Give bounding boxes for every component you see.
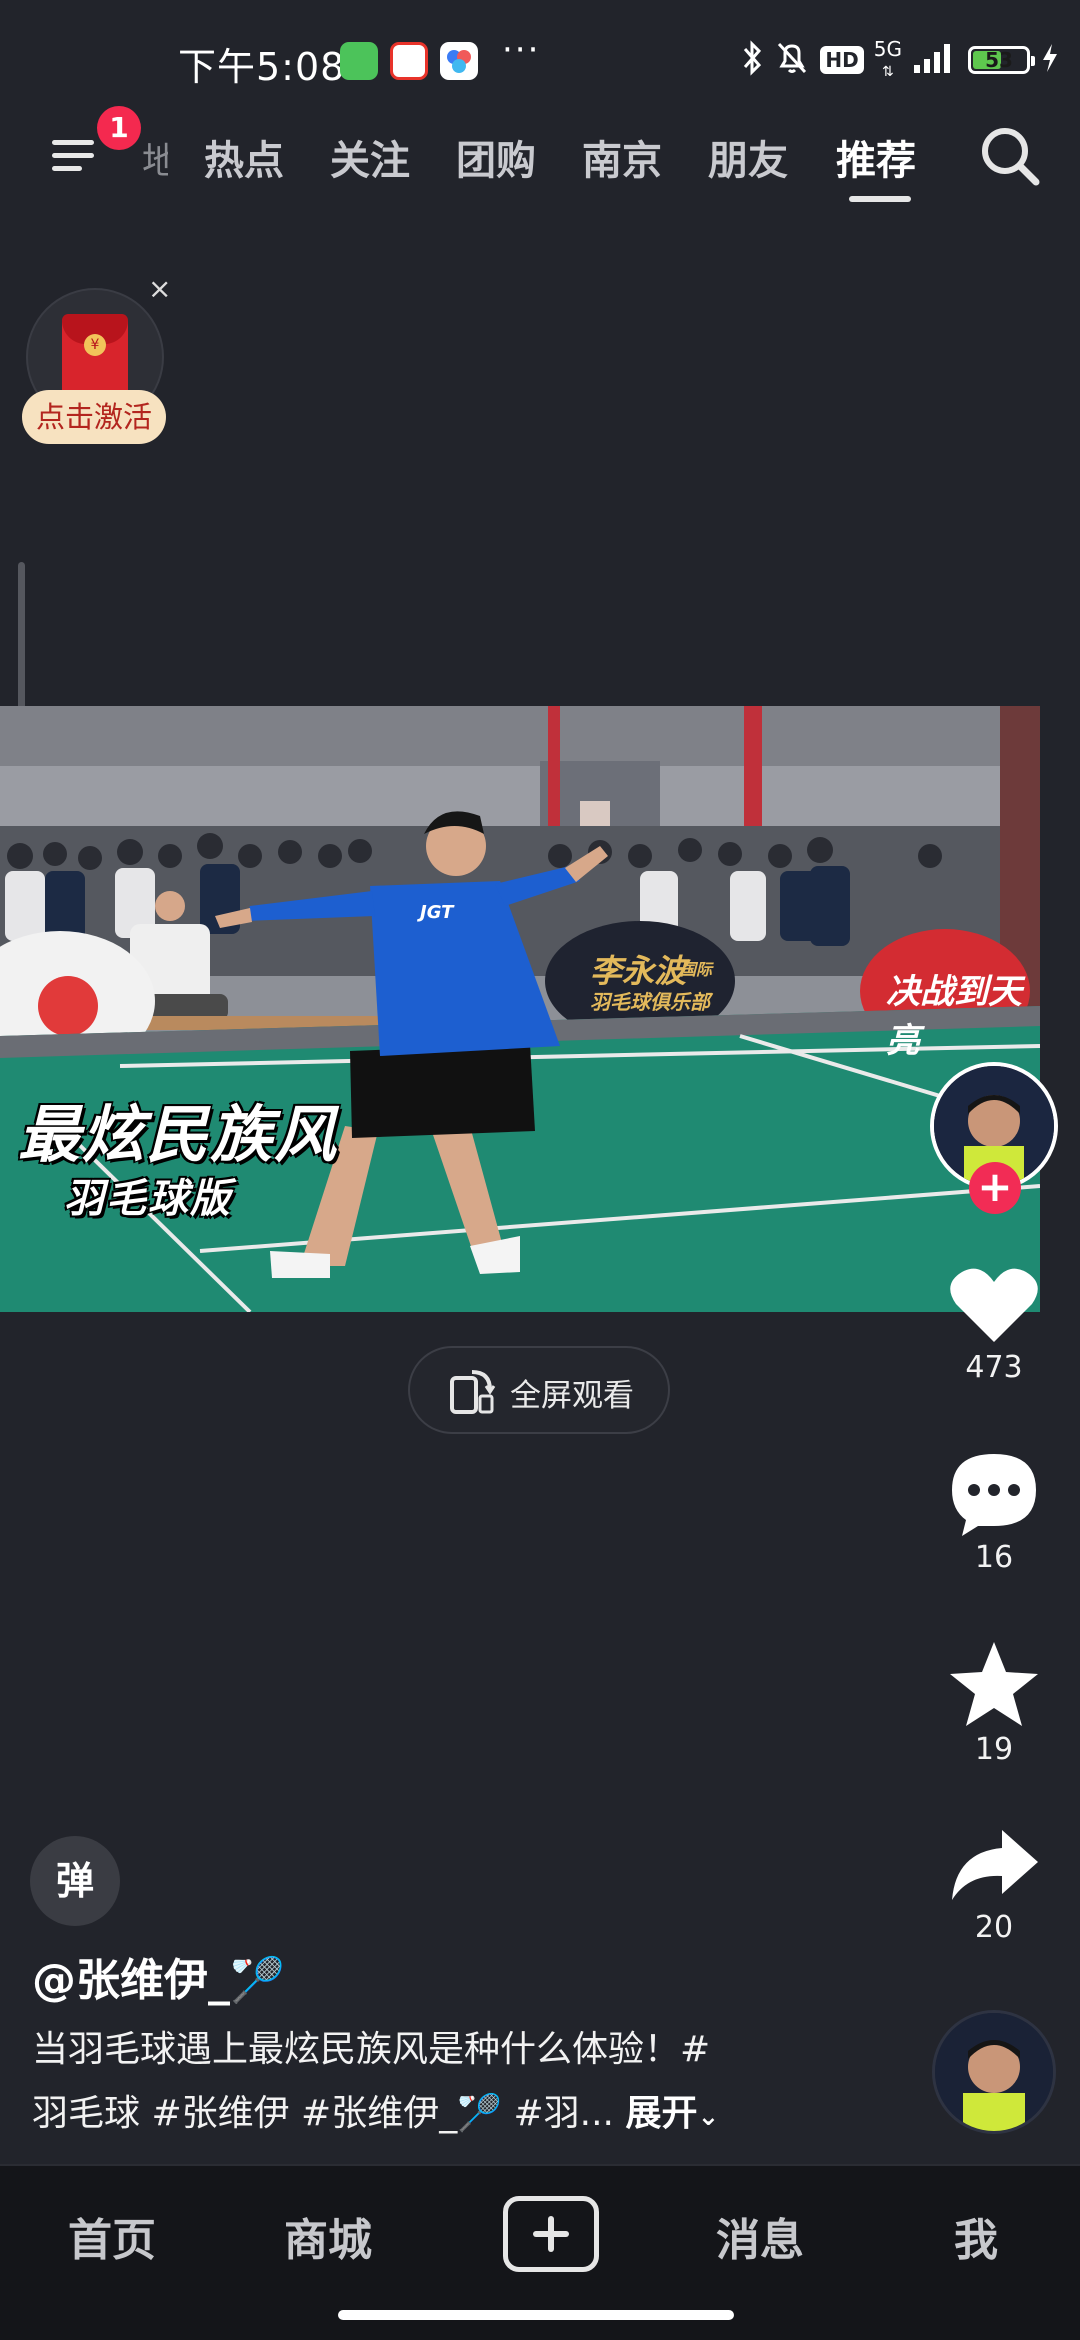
danmu-toggle-button[interactable]: 弹	[30, 1836, 120, 1926]
status-bar: 下午5:08 ··· HD 5G ⇅ 53	[0, 0, 1080, 120]
menu-line	[52, 166, 82, 171]
comment-count: 16	[974, 1540, 1014, 1575]
heart-icon	[950, 1268, 1038, 1342]
notification-badge: 1	[97, 106, 141, 150]
signal-icon	[912, 39, 958, 81]
share-count: 20	[974, 1910, 1014, 1945]
close-icon[interactable]: ×	[148, 272, 171, 305]
menu-line	[52, 140, 94, 145]
tab-friends[interactable]: 朋友	[708, 128, 788, 186]
video-caption-title: 最炫民族风	[18, 1098, 339, 1171]
network-type: 5G ⇅	[873, 36, 902, 80]
video-caption-subtitle: 羽毛球版	[64, 1176, 232, 1222]
active-tab-indicator	[849, 196, 911, 202]
music-avatar-image	[935, 2013, 1053, 2131]
video-player[interactable]: 李永波 国际 羽毛球俱乐部 决战到天亮 JGT 最炫民族风 羽毛球版	[0, 706, 1040, 1312]
status-right-group: HD 5G ⇅ 53	[740, 38, 1060, 82]
red-packet-icon: ¥	[62, 314, 128, 400]
battery-level: 53	[985, 48, 1013, 72]
charging-icon	[1040, 39, 1060, 81]
sponsor-left-tag: 国际	[680, 960, 713, 979]
follow-button[interactable]: +	[969, 1162, 1021, 1214]
menu-line	[52, 153, 94, 158]
star-icon	[950, 1642, 1038, 1726]
post-description-text: 羽毛球 #张维伊 #张维伊_🏸 #羽...	[32, 2093, 614, 2134]
comment-button[interactable]: 16	[940, 1450, 1048, 1575]
search-icon	[982, 128, 1040, 186]
like-count: 473	[965, 1350, 1023, 1385]
search-button[interactable]	[976, 122, 1046, 192]
android-app-icon	[340, 42, 378, 80]
battery-icon: 53	[968, 46, 1035, 74]
tab-recommended[interactable]: 推荐	[836, 128, 916, 186]
status-time: 下午5:08	[178, 45, 346, 89]
mute-bell-icon	[774, 39, 810, 81]
58-app-icon	[390, 42, 428, 80]
create-post-button[interactable]	[503, 2196, 599, 2272]
scroll-indicator	[18, 562, 25, 720]
hd-badge: HD	[820, 46, 864, 74]
fullscreen-button[interactable]: 全屏观看	[408, 1346, 670, 1434]
bluetooth-icon	[740, 39, 764, 81]
post-description-line-2: 羽毛球 #张维伊 #张维伊_🏸 #羽... 展开⌄	[32, 2084, 719, 2136]
nav-mall[interactable]: 商城	[284, 2204, 372, 2268]
sponsor-left-sub: 羽毛球俱乐部	[590, 990, 710, 1014]
plus-icon	[533, 2216, 569, 2252]
activate-button[interactable]: 点击激活	[22, 390, 166, 444]
favorite-button[interactable]: 19	[940, 1640, 1048, 1767]
nav-home[interactable]: 首页	[68, 2204, 156, 2268]
status-more-icon: ···	[502, 30, 541, 70]
fullscreen-label: 全屏观看	[510, 1378, 634, 1414]
music-disc[interactable]	[932, 2010, 1056, 2134]
expand-button[interactable]: 展开⌄	[625, 2093, 719, 2134]
tab-group-buy[interactable]: 团购	[456, 128, 536, 186]
tab-hot[interactable]: 热点	[204, 128, 284, 186]
menu-button[interactable]	[48, 128, 104, 184]
share-icon	[952, 1830, 1038, 1900]
battery-tip	[1031, 56, 1035, 66]
browser-app-icon	[440, 42, 478, 80]
expand-label: 展开	[625, 2093, 698, 2134]
packet-coin: ¥	[84, 334, 106, 356]
home-indicator[interactable]	[338, 2310, 734, 2320]
post-description-line-1: 当羽毛球遇上最炫民族风是种什么体验！#	[32, 2029, 711, 2070]
rotate-screen-icon	[450, 1370, 496, 1414]
chevron-down-icon: ⌄	[697, 2102, 720, 2132]
tab-following[interactable]: 关注	[330, 128, 410, 186]
favorite-count: 19	[974, 1732, 1014, 1767]
author-name[interactable]: @张维伊_🏸	[32, 1944, 285, 2008]
share-button[interactable]: 20	[940, 1826, 1048, 1945]
nav-me[interactable]: 我	[954, 2204, 998, 2268]
tab-partial[interactable]: 地	[142, 132, 168, 184]
tab-nanjing[interactable]: 南京	[582, 128, 662, 186]
comment-icon	[952, 1454, 1036, 1536]
nav-messages[interactable]: 消息	[716, 2204, 804, 2268]
like-button[interactable]: 473	[940, 1264, 1048, 1385]
network-label: 5G	[873, 36, 902, 61]
sponsor-right-text: 决战到天亮	[886, 972, 1022, 1061]
jersey-text: JGT	[420, 902, 454, 923]
